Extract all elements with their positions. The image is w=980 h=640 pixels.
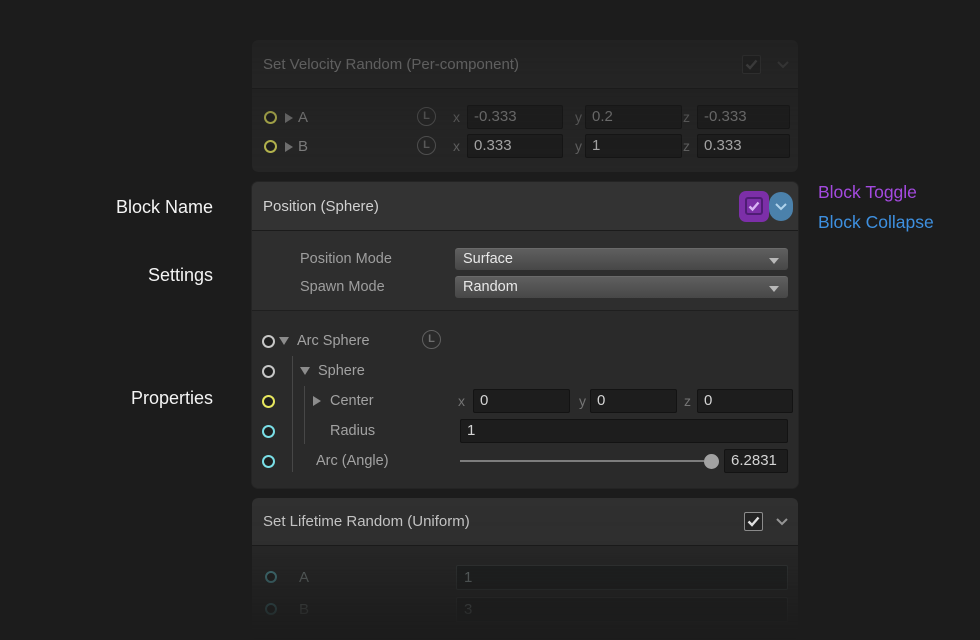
property-label: A <box>298 106 308 130</box>
y-value-field[interactable]: 0.2 <box>585 105 682 129</box>
block-title: Position (Sphere) <box>263 182 379 231</box>
check-icon <box>747 199 761 213</box>
block-title: Set Velocity Random (Per-component) <box>263 40 519 89</box>
property-label: Arc Sphere <box>297 329 370 353</box>
collapse-chevron-icon[interactable] <box>775 517 789 526</box>
x-value-field[interactable]: 0 <box>473 389 570 413</box>
radius-value-field[interactable]: 1 <box>460 419 788 443</box>
setting-label: Spawn Mode <box>300 276 385 298</box>
axis-y-label: y <box>579 389 586 413</box>
foldout-arrow-icon[interactable] <box>313 396 321 406</box>
arc-slider-handle[interactable] <box>704 454 719 469</box>
y-value-field[interactable]: 0 <box>590 389 677 413</box>
block-toggle-highlight <box>739 191 769 222</box>
property-row-arc-angle: Arc (Angle) 6.2831 <box>252 446 798 476</box>
y-value-field[interactable]: 1 <box>585 134 682 158</box>
port-icon[interactable] <box>262 395 275 408</box>
block-collapse-highlight <box>769 192 793 221</box>
value-field[interactable]: 1 <box>456 565 788 590</box>
x-value-field[interactable]: -0.333 <box>467 105 563 129</box>
annotation-settings: Settings <box>0 264 213 286</box>
property-label: Arc (Angle) <box>316 449 389 473</box>
property-row-b: B L x 0.333 y 1 z 0.333 <box>252 133 798 160</box>
property-label: Sphere <box>318 359 365 383</box>
property-label: A <box>299 566 309 590</box>
annotation-block-toggle: Block Toggle <box>818 181 917 203</box>
block-settings-area: Position Mode Surface Spawn Mode Random <box>252 231 798 311</box>
arc-value-field[interactable]: 6.2831 <box>724 449 788 473</box>
vfx-block-inspector: Block Name Settings Properties Block Tog… <box>0 0 980 640</box>
property-label: B <box>299 598 309 622</box>
local-space-icon[interactable]: L <box>417 107 436 126</box>
z-value-field[interactable]: -0.333 <box>697 105 790 129</box>
block-set-velocity-random: Set Velocity Random (Per-component) A L … <box>252 40 798 172</box>
property-row-b: B 3 <box>252 596 798 623</box>
foldout-arrow-icon[interactable] <box>285 113 293 123</box>
property-row-center: Center x 0 y 0 z 0 <box>252 386 798 416</box>
check-icon <box>743 56 760 73</box>
dropdown-arrow-icon <box>769 286 779 292</box>
z-value-field[interactable]: 0 <box>697 389 793 413</box>
setting-label: Position Mode <box>300 248 392 270</box>
position-mode-dropdown[interactable]: Surface <box>455 248 788 270</box>
port-icon[interactable] <box>264 140 277 153</box>
axis-y-label: y <box>575 105 582 129</box>
port-icon[interactable] <box>262 425 275 438</box>
block-enabled-checkbox[interactable] <box>745 197 763 215</box>
axis-z-label: z <box>683 105 690 129</box>
port-icon[interactable] <box>262 455 275 468</box>
port-icon[interactable] <box>265 571 277 583</box>
axis-x-label: x <box>453 105 460 129</box>
property-label: B <box>298 135 308 159</box>
property-row-sphere: Sphere <box>252 356 798 386</box>
port-icon[interactable] <box>265 603 277 615</box>
z-value-field[interactable]: 0.333 <box>697 134 790 158</box>
annotation-block-name: Block Name <box>0 196 213 218</box>
property-row-radius: Radius 1 <box>252 416 798 446</box>
foldout-arrow-icon[interactable] <box>300 367 310 375</box>
axis-x-label: x <box>453 134 460 158</box>
property-row-arc-sphere: Arc Sphere L <box>252 326 798 356</box>
dropdown-arrow-icon <box>769 258 779 264</box>
port-icon[interactable] <box>262 335 275 348</box>
dropdown-value: Random <box>463 279 518 295</box>
axis-z-label: z <box>683 134 690 158</box>
x-value-field[interactable]: 0.333 <box>467 134 563 158</box>
property-label: Radius <box>330 419 375 443</box>
block-position-sphere: Position (Sphere) Position Mode Surface … <box>252 182 798 488</box>
local-space-icon[interactable]: L <box>422 330 441 349</box>
axis-x-label: x <box>458 389 465 413</box>
block-enabled-checkbox[interactable] <box>742 55 761 74</box>
port-icon[interactable] <box>264 111 277 124</box>
block-header[interactable]: Set Velocity Random (Per-component) <box>252 40 798 89</box>
property-label: Center <box>330 389 374 413</box>
arc-slider-track[interactable] <box>460 460 704 462</box>
block-properties-area: Arc Sphere L Sphere Center x 0 y 0 z 0 <box>252 311 798 488</box>
block-set-lifetime-random: Set Lifetime Random (Uniform) A 1 B 3 <box>252 498 798 640</box>
local-space-icon[interactable]: L <box>417 136 436 155</box>
block-header[interactable]: Position (Sphere) <box>252 182 798 231</box>
axis-y-label: y <box>575 134 582 158</box>
block-enabled-checkbox[interactable] <box>744 512 763 531</box>
dropdown-value: Surface <box>463 251 513 267</box>
collapse-chevron-icon[interactable] <box>776 60 790 69</box>
collapse-chevron-icon[interactable] <box>774 202 788 211</box>
spawn-mode-dropdown[interactable]: Random <box>455 276 788 298</box>
block-header[interactable]: Set Lifetime Random (Uniform) <box>252 498 798 546</box>
foldout-arrow-icon[interactable] <box>279 337 289 345</box>
property-row-a: A 1 <box>252 564 798 591</box>
property-row-a: A L x -0.333 y 0.2 z -0.333 <box>252 104 798 131</box>
annotation-properties: Properties <box>0 387 213 409</box>
port-icon[interactable] <box>262 365 275 378</box>
block-title: Set Lifetime Random (Uniform) <box>263 498 470 546</box>
check-icon <box>745 513 762 530</box>
value-field[interactable]: 3 <box>456 597 788 622</box>
annotation-block-collapse: Block Collapse <box>818 211 934 233</box>
axis-z-label: z <box>684 389 691 413</box>
foldout-arrow-icon[interactable] <box>285 142 293 152</box>
